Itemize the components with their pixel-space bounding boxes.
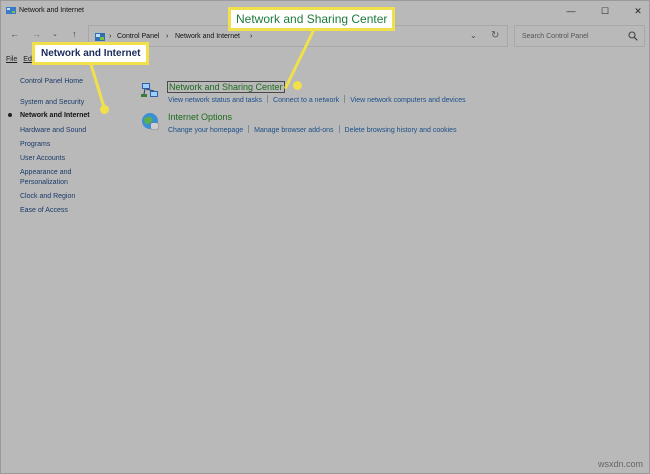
sidebar-item-system-and-security[interactable]: System and Security [20, 99, 84, 106]
breadcrumb-separator-icon: › [166, 33, 169, 40]
search-input[interactable]: Search Control Panel [514, 25, 645, 47]
delete-browsing-history-link[interactable]: Delete browsing history and cookies [345, 127, 457, 134]
sidebar-item-appearance[interactable]: Appearance and [20, 169, 71, 176]
menu-file[interactable]: File [6, 56, 17, 63]
active-item-bullet-icon [8, 113, 12, 117]
sidebar-item-personalization[interactable]: Personalization [20, 179, 68, 186]
window-title: Network and Internet [19, 7, 84, 14]
view-network-status-link[interactable]: View network status and tasks [168, 97, 262, 104]
breadcrumb-network-and-internet[interactable]: Network and Internet [175, 33, 240, 40]
sidebar-item-user-accounts[interactable]: User Accounts [20, 155, 65, 162]
internet-options-globe-icon [142, 113, 159, 130]
network-sharing-icon [141, 83, 158, 97]
breadcrumb-separator-icon: › [109, 33, 112, 40]
sidebar-item-clock-and-region[interactable]: Clock and Region [20, 193, 75, 200]
back-arrow-icon[interactable]: ← [10, 29, 19, 39]
view-network-computers-link[interactable]: View network computers and devices [350, 97, 465, 104]
callout-dot-left [100, 105, 109, 114]
link-separator [248, 125, 250, 133]
callout-network-and-sharing-center: Network and Sharing Center [228, 7, 396, 31]
link-separator [267, 95, 269, 103]
breadcrumb-control-panel[interactable]: Control Panel [117, 33, 159, 40]
breadcrumb-separator-icon: › [250, 33, 253, 40]
menu-edit[interactable]: Ed [23, 56, 32, 63]
minimize-button[interactable]: — [563, 4, 579, 18]
search-icon[interactable] [628, 31, 638, 41]
sidebar-item-ease-of-access[interactable]: Ease of Access [20, 207, 68, 214]
internet-options-link[interactable]: Internet Options [168, 112, 232, 122]
network-tasks-row: View network status and tasks Connect to … [168, 95, 466, 104]
change-homepage-link[interactable]: Change your homepage [168, 127, 243, 134]
link-separator [344, 95, 346, 103]
address-dropdown-icon[interactable]: ⌄ [470, 31, 477, 40]
control-panel-app-icon [6, 7, 16, 14]
callout-network-and-internet: Network and Internet [32, 42, 150, 65]
sidebar-item-hardware-and-sound[interactable]: Hardware and Sound [20, 127, 86, 134]
network-and-sharing-center-link[interactable]: Network and Sharing Center [167, 81, 285, 93]
control-panel-window: Network and Internet — ☐ ✕ ← → ⌄ ↑ › Con… [0, 0, 650, 474]
control-panel-icon [95, 33, 105, 41]
callout-connector-left [89, 64, 107, 110]
manage-add-ons-link[interactable]: Manage browser add-ons [254, 127, 333, 134]
refresh-icon[interactable]: ↻ [491, 30, 499, 41]
search-placeholder: Search Control Panel [522, 33, 589, 40]
watermark: wsxdn.com [597, 459, 643, 469]
up-arrow-icon[interactable]: ↑ [72, 29, 77, 39]
recent-locations-icon[interactable]: ⌄ [52, 30, 58, 38]
sidebar-item-programs[interactable]: Programs [20, 141, 50, 148]
sidebar-item-control-panel-home[interactable]: Control Panel Home [20, 78, 83, 85]
link-separator [338, 125, 340, 133]
callout-dot-top [293, 81, 302, 90]
forward-arrow-icon[interactable]: → [32, 29, 41, 39]
internet-options-tasks-row: Change your homepage Manage browser add-o… [168, 125, 457, 134]
close-button[interactable]: ✕ [630, 4, 646, 18]
sidebar-item-network-and-internet[interactable]: Network and Internet [20, 112, 90, 119]
connect-to-network-link[interactable]: Connect to a network [273, 97, 339, 104]
maximize-button[interactable]: ☐ [597, 4, 613, 18]
